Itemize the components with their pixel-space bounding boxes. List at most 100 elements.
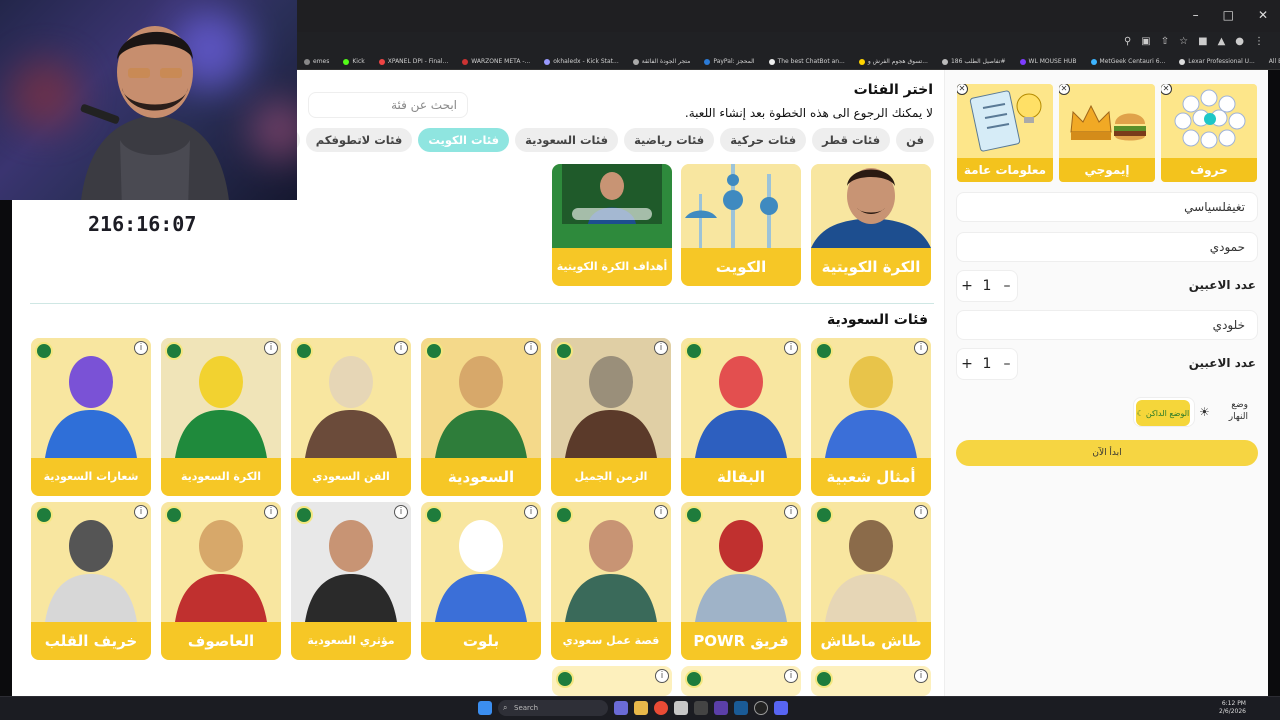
zoom-icon[interactable]: ⚲ — [1124, 36, 1131, 47]
file-explorer-icon[interactable] — [634, 701, 648, 715]
obs-icon[interactable] — [694, 701, 708, 715]
category-card[interactable]: i الفن السعودي — [291, 338, 411, 496]
bookmark-item[interactable]: emes — [297, 58, 336, 65]
category-card-kuwait-goals[interactable]: أهداف الكرة الكويتية — [552, 164, 672, 286]
selected-category-general-info[interactable]: ✕ معلومات عامة — [957, 84, 1053, 182]
bookmark-item[interactable]: XPANEL DPI - Final... — [372, 58, 456, 65]
category-card[interactable]: i السعودية — [421, 338, 541, 496]
minimize-icon[interactable]: – — [1193, 8, 1199, 22]
minus-icon[interactable]: – — [999, 278, 1015, 294]
menu-dots-icon[interactable]: ⋮ — [1254, 36, 1264, 47]
category-card[interactable]: i فريق POWR — [681, 502, 801, 660]
category-card[interactable]: i طاش ماطاش — [811, 502, 931, 660]
profile-avatar-icon[interactable]: ● — [1235, 36, 1244, 47]
bookmark-item[interactable]: WARZONE META -... — [455, 58, 537, 65]
minus-icon[interactable]: – — [999, 356, 1015, 372]
discord-icon[interactable] — [774, 701, 788, 715]
category-card-kuwait[interactable]: الكويت — [681, 164, 801, 286]
theme-toggle[interactable]: ☾ الوضع الداكن — [1133, 397, 1195, 427]
category-card-partial[interactable]: i — [552, 666, 672, 696]
share-icon[interactable]: ⇧ — [1161, 36, 1169, 47]
dark-mode-option[interactable]: ☾ الوضع الداكن — [1136, 400, 1190, 426]
bookmark-item[interactable]: okhaledx - Kick Stat... — [537, 58, 626, 65]
bookmark-favicon-icon — [1090, 58, 1097, 65]
category-card[interactable]: i بلوت — [421, 502, 541, 660]
bookmark-item[interactable]: Lexar Professional U... — [1172, 58, 1262, 65]
chrome-icon[interactable] — [654, 701, 668, 715]
category-card-kuwait-football[interactable]: الكرة الكويتية — [811, 164, 931, 286]
info-icon[interactable]: i — [654, 341, 668, 355]
install-icon[interactable]: ▣ — [1141, 36, 1150, 47]
category-tab[interactable]: فئات رياضية — [624, 128, 715, 152]
extension-icon[interactable]: ■ — [1198, 36, 1207, 47]
category-card-partial[interactable]: i — [681, 666, 801, 696]
info-icon[interactable]: i — [784, 341, 798, 355]
team-name-field[interactable]: تغيفلسياسي — [956, 192, 1258, 222]
info-icon[interactable]: i — [914, 341, 928, 355]
publisher-badge-icon — [685, 506, 703, 524]
sun-icon[interactable]: ☀ — [1199, 405, 1210, 419]
info-icon[interactable]: i — [914, 505, 928, 519]
steam-icon[interactable] — [734, 701, 748, 715]
plus-icon[interactable]: + — [959, 278, 975, 294]
bookmark-item[interactable]: Kick — [336, 58, 371, 65]
category-card[interactable]: i الزمن الجميل — [551, 338, 671, 496]
category-card[interactable]: i قصة عمل سعودي — [551, 502, 671, 660]
category-card-partial[interactable]: i — [811, 666, 931, 696]
close-icon[interactable]: ✕ — [1258, 8, 1268, 22]
start-button[interactable]: ابدأ الآن — [956, 440, 1258, 466]
app-icon[interactable] — [674, 701, 688, 715]
maximize-icon[interactable]: □ — [1223, 8, 1234, 22]
publisher-badge-icon — [815, 342, 833, 360]
category-card[interactable]: i خريف القلب — [31, 502, 151, 660]
selected-category-letters[interactable]: ✕ حروف — [1161, 84, 1257, 182]
bookmark-item[interactable]: The best ChatBot an... — [762, 58, 852, 65]
start-menu-icon[interactable] — [478, 701, 492, 715]
bookmark-item[interactable]: WL MOUSE HUB — [1013, 58, 1084, 65]
category-card[interactable]: i العاصوف — [161, 502, 281, 660]
info-icon[interactable]: i — [394, 505, 408, 519]
category-tab[interactable]: فئات حركية — [720, 128, 807, 152]
copilot-icon[interactable] — [614, 701, 628, 715]
app-icon[interactable] — [714, 701, 728, 715]
taskbar: Search 6:12 PM 2/6/2026 — [0, 696, 1280, 720]
info-icon[interactable]: i — [134, 505, 148, 519]
team2-name-field[interactable]: خلودي — [956, 310, 1258, 340]
category-tab[interactable]: فن — [896, 128, 934, 152]
category-card[interactable]: i أمثال شعبية — [811, 338, 931, 496]
app-icon[interactable] — [754, 701, 768, 715]
category-search-input[interactable]: ابحث عن فئة — [308, 92, 468, 118]
info-icon[interactable]: i — [394, 341, 408, 355]
player-count-stepper[interactable]: + 1 – — [956, 348, 1018, 380]
category-card[interactable]: i البقالة — [681, 338, 801, 496]
category-card[interactable]: i مؤثري السعودية — [291, 502, 411, 660]
selected-category-emoji[interactable]: ✕ إيموجي — [1059, 84, 1155, 182]
category-tab[interactable]: فئات الكويت — [418, 128, 510, 152]
extensions-puzzle-icon[interactable]: ▲ — [1218, 36, 1226, 47]
info-icon[interactable]: i — [784, 505, 798, 519]
info-icon[interactable]: i — [264, 505, 278, 519]
bookmark-item[interactable]: متجر الجودة الفائقة — [626, 58, 698, 65]
taskbar-search[interactable]: Search — [498, 700, 608, 716]
bookmark-item[interactable]: PayPal: المحجز — [697, 58, 761, 65]
category-tab[interactable]: فئات قطر — [812, 128, 891, 152]
bookmark-item[interactable]: تسوق هجوم الفرش و... — [852, 58, 935, 65]
category-tab[interactable]: فئات السعودية — [515, 128, 619, 152]
all-bookmarks[interactable]: All Bookmarks — [1262, 58, 1280, 65]
info-icon[interactable]: i — [524, 505, 538, 519]
category-tab[interactable]: فئات لاتطوفكم — [305, 128, 413, 152]
bookmark-item[interactable]: تفاصيل الطلب 186# — [935, 58, 1013, 65]
streamer-figure — [80, 26, 229, 200]
category-card[interactable]: i الكرة السعودية — [161, 338, 281, 496]
team1-name-field[interactable]: حمودي — [956, 232, 1258, 262]
category-card[interactable]: i شعارات السعودية — [31, 338, 151, 496]
plus-icon[interactable]: + — [959, 356, 975, 372]
star-icon[interactable]: ☆ — [1179, 36, 1188, 47]
info-icon[interactable]: i — [654, 505, 668, 519]
info-icon[interactable]: i — [524, 341, 538, 355]
bookmark-item[interactable]: MetGeek Centauri 6... — [1084, 58, 1173, 65]
info-icon[interactable]: i — [264, 341, 278, 355]
bookmark-favicon-icon — [1019, 58, 1026, 65]
player-count-stepper[interactable]: + 1 – — [956, 270, 1018, 302]
info-icon[interactable]: i — [134, 341, 148, 355]
